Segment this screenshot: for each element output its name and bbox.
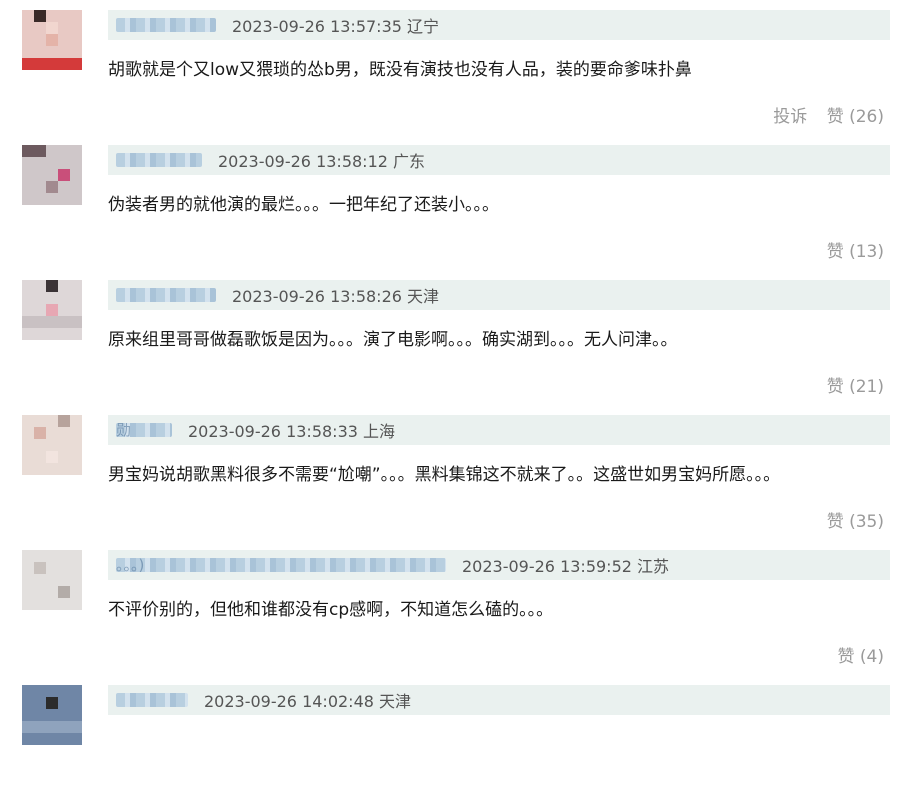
comment-header: 2023-09-26 13:58:26 天津 [108,280,890,310]
like-button[interactable]: 赞 (26) [827,107,884,127]
comment-item: 2023-09-26 13:58:26 天津 原来组里哥哥做磊歌饭是因为。。。演… [0,270,900,405]
comment-item: 2023-09-26 13:57:35 辽宁 胡歌就是个又low又猥琐的怂b男，… [0,0,900,135]
comment-meta: 2023-09-26 13:58:12 广东 [218,152,426,171]
comment-text: 伪装者男的就他演的最烂。。。一把年纪了还装小。。。 [108,195,499,215]
comment-text: 男宝妈说胡歌黑料很多不需要“尬嘲”。。。黑料集锦这不就来了。。这盛世如男宝妈所愿… [108,465,781,485]
username-link[interactable] [116,153,202,167]
avatar[interactable] [22,415,82,475]
comment-header: 。。。) 2023-09-26 13:59:52 江苏 [108,550,890,580]
avatar[interactable] [22,280,82,340]
comment-meta: 2023-09-26 13:57:35 辽宁 [232,17,440,36]
comment-actions: 赞 (35) [827,507,884,532]
comment-actions: 投诉 赞 (26) [773,102,884,127]
like-button[interactable]: 赞 (4) [838,647,884,667]
comment-item: 。。。) 2023-09-26 13:59:52 江苏 不评价别的，但他和谁都没… [0,540,900,675]
avatar[interactable] [22,685,82,745]
comment-item: 2023-09-26 13:58:12 广东 伪装者男的就他演的最烂。。。一把年… [0,135,900,270]
comment-item: 2023-09-26 14:02:48 天津 [0,675,900,810]
comment-actions: 赞 (13) [827,237,884,262]
username-link[interactable] [116,693,188,707]
comment-meta: 2023-09-26 13:58:26 天津 [232,287,440,306]
comment-item: 勋 2023-09-26 13:58:33 上海 男宝妈说胡歌黑料很多不需要“尬… [0,405,900,540]
username-link[interactable] [116,18,216,32]
comment-header: 2023-09-26 14:02:48 天津 [108,685,890,715]
username-link[interactable]: 。。。) [116,558,446,572]
comment-header: 勋 2023-09-26 13:58:33 上海 [108,415,890,445]
comment-meta: 2023-09-26 14:02:48 天津 [204,692,412,711]
comment-text: 原来组里哥哥做磊歌饭是因为。。。演了电影啊。。。确实湖到。。。无人问津。。 [108,330,678,350]
like-button[interactable]: 赞 (21) [827,377,884,397]
report-button[interactable]: 投诉 [773,107,807,127]
avatar[interactable] [22,145,82,205]
username-link[interactable]: 勋 [116,423,172,437]
comment-actions: 赞 (21) [827,372,884,397]
comment-text: 胡歌就是个又low又猥琐的怂b男，既没有演技也没有人品，装的要命爹味扑鼻 [108,60,692,80]
comment-meta: 2023-09-26 13:59:52 江苏 [462,557,670,576]
username-link[interactable] [116,288,216,302]
avatar[interactable] [22,550,82,610]
comment-actions: 赞 (4) [838,642,884,667]
comment-meta: 2023-09-26 13:58:33 上海 [188,422,396,441]
comment-text: 不评价别的，但他和谁都没有cp感啊，不知道怎么磕的。。。 [108,600,554,620]
like-button[interactable]: 赞 (35) [827,512,884,532]
avatar[interactable] [22,10,82,70]
comment-header: 2023-09-26 13:57:35 辽宁 [108,10,890,40]
like-button[interactable]: 赞 (13) [827,242,884,262]
comment-header: 2023-09-26 13:58:12 广东 [108,145,890,175]
